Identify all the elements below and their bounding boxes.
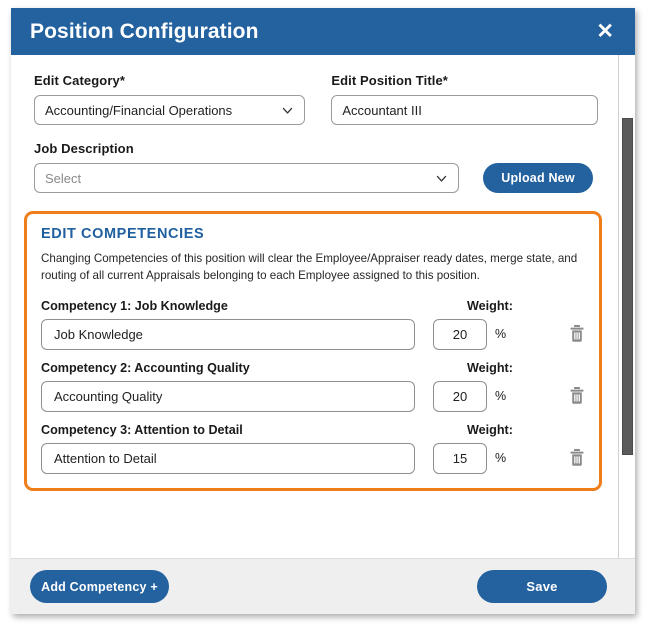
upload-new-button[interactable]: Upload New bbox=[483, 163, 593, 193]
category-label: Edit Category* bbox=[34, 73, 125, 88]
competency-label: Competency 3: Attention to Detail bbox=[41, 422, 243, 437]
competency-row: Competency 1: Job Knowledge Weight: % bbox=[41, 299, 585, 350]
chevron-down-icon bbox=[281, 104, 294, 117]
weight-input[interactable] bbox=[433, 380, 487, 412]
category-value: Accounting/Financial Operations bbox=[45, 102, 233, 118]
job-description-field-group: Job Description Select bbox=[34, 141, 459, 193]
competency-row: Competency 2: Accounting Quality Weight:… bbox=[41, 361, 585, 412]
category-select[interactable]: Accounting/Financial Operations bbox=[34, 95, 306, 125]
vertical-scrollbar[interactable] bbox=[618, 55, 635, 558]
position-title-input[interactable]: Accountant III bbox=[331, 95, 598, 125]
competency-row-inputs: % bbox=[41, 318, 585, 350]
percent-symbol: % bbox=[495, 451, 507, 466]
page-root: Position Configuration ✕ Edit Category* … bbox=[0, 0, 646, 625]
competency-name-input[interactable] bbox=[41, 380, 415, 412]
modal-header: Position Configuration ✕ bbox=[11, 8, 635, 55]
chevron-down-icon bbox=[435, 172, 448, 185]
competency-row-labels: Competency 1: Job Knowledge Weight: bbox=[41, 299, 585, 313]
top-field-row: Edit Category* Accounting/Financial Oper… bbox=[34, 73, 598, 125]
weight-group: % bbox=[433, 380, 551, 412]
modal-body: Edit Category* Accounting/Financial Oper… bbox=[11, 55, 635, 558]
weight-group: % bbox=[433, 442, 551, 474]
trash-icon[interactable] bbox=[569, 448, 585, 468]
competency-row-labels: Competency 2: Accounting Quality Weight: bbox=[41, 361, 585, 375]
scrollbar-thumb[interactable] bbox=[622, 118, 633, 455]
save-button[interactable]: Save bbox=[477, 570, 607, 603]
percent-symbol: % bbox=[495, 389, 507, 404]
competency-name-input[interactable] bbox=[41, 318, 415, 350]
competency-row: Competency 3: Attention to Detail Weight… bbox=[41, 423, 585, 474]
competency-row-labels: Competency 3: Attention to Detail Weight… bbox=[41, 423, 585, 437]
position-form: Edit Category* Accounting/Financial Oper… bbox=[11, 55, 618, 193]
job-description-row: Job Description Select Upload New bbox=[34, 141, 598, 193]
edit-competencies-panel: EDIT COMPETENCIES Changing Competencies … bbox=[24, 211, 602, 491]
weight-group: % bbox=[433, 318, 551, 350]
weight-input[interactable] bbox=[433, 442, 487, 474]
position-configuration-modal: Position Configuration ✕ Edit Category* … bbox=[11, 8, 635, 614]
weight-label: Weight: bbox=[467, 298, 513, 313]
job-description-select[interactable]: Select bbox=[34, 163, 459, 193]
competency-label: Competency 2: Accounting Quality bbox=[41, 360, 250, 375]
modal-title: Position Configuration bbox=[30, 19, 259, 43]
add-competency-button[interactable]: Add Competency + bbox=[30, 570, 169, 603]
modal-footer: Add Competency + Save bbox=[11, 558, 635, 614]
trash-icon[interactable] bbox=[569, 386, 585, 406]
competency-name-input[interactable] bbox=[41, 442, 415, 474]
position-title-label: Edit Position Title* bbox=[331, 73, 448, 88]
modal-body-content: Edit Category* Accounting/Financial Oper… bbox=[11, 55, 618, 558]
weight-label: Weight: bbox=[467, 360, 513, 375]
competencies-warning-text: Changing Competencies of this position w… bbox=[41, 252, 578, 282]
competency-row-inputs: % bbox=[41, 380, 585, 412]
position-title-value: Accountant III bbox=[342, 102, 422, 118]
close-icon[interactable]: ✕ bbox=[589, 17, 621, 46]
trash-icon[interactable] bbox=[569, 324, 585, 344]
job-description-label: Job Description bbox=[34, 141, 134, 156]
category-field-group: Edit Category* Accounting/Financial Oper… bbox=[34, 73, 306, 125]
competency-row-inputs: % bbox=[41, 442, 585, 474]
competency-label: Competency 1: Job Knowledge bbox=[41, 298, 228, 313]
edit-competencies-heading: EDIT COMPETENCIES bbox=[41, 226, 205, 242]
weight-input[interactable] bbox=[433, 318, 487, 350]
percent-symbol: % bbox=[495, 327, 507, 342]
position-title-field-group: Edit Position Title* Accountant III bbox=[331, 73, 598, 125]
weight-label: Weight: bbox=[467, 422, 513, 437]
job-description-placeholder: Select bbox=[45, 170, 82, 186]
